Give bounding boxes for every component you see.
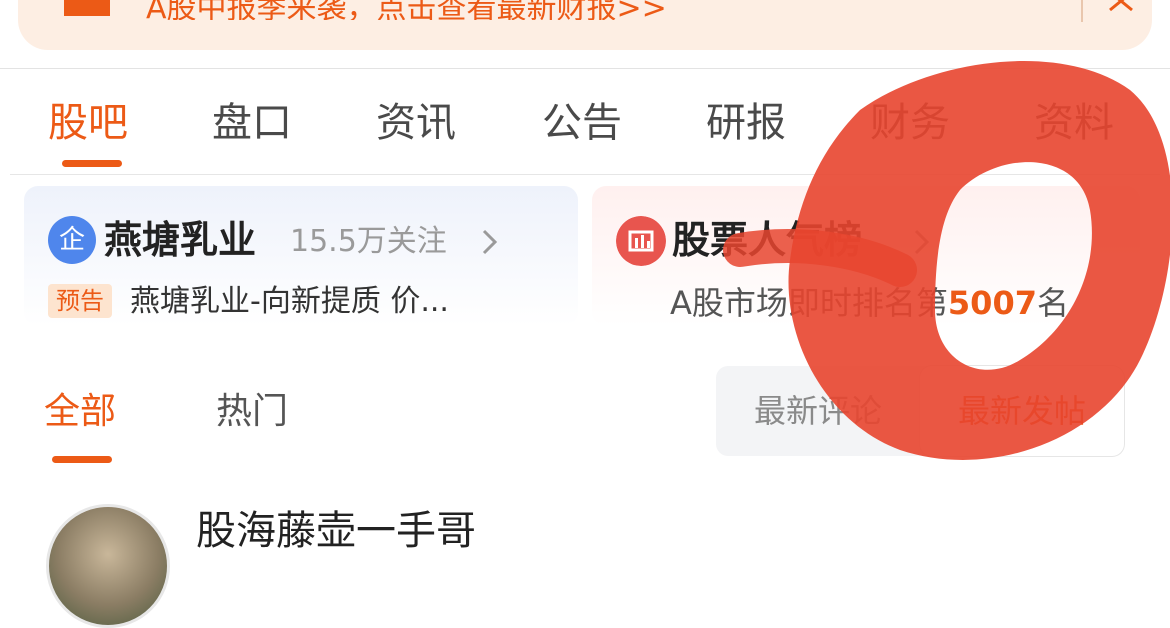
tab-pankou[interactable]: 盘口	[212, 98, 292, 148]
active-subtab-indicator	[52, 456, 112, 463]
chevron-right-icon	[914, 229, 930, 255]
rank-number: 5007	[947, 284, 1037, 322]
notice-text[interactable]: 燕塘乳业-向新提质 价...	[130, 282, 570, 322]
announcement-banner[interactable]: A股中报季来袭，点击查看最新财报>>	[18, 0, 1152, 50]
chevron-right-icon	[482, 229, 498, 255]
sort-toggle: 最新评论 最新发帖	[716, 366, 1124, 456]
popularity-rank-card[interactable]: 股票人气榜 A股市场即时排名第5007名	[592, 186, 1140, 326]
tab-news[interactable]: 资讯	[376, 98, 456, 148]
sort-latest-post[interactable]: 最新发帖	[920, 366, 1124, 456]
company-icon: 企	[48, 216, 96, 264]
main-tabs: 股吧 盘口 资讯 公告 研报 财务 资料	[0, 98, 1170, 148]
rank-description: A股市场即时排名第5007名	[670, 282, 1069, 324]
tab-profile[interactable]: 资料	[1034, 98, 1114, 148]
notice-badge: 预告	[48, 284, 112, 318]
subtab-all[interactable]: 全部	[44, 388, 116, 436]
tab-announcements[interactable]: 公告	[542, 98, 622, 148]
divider	[0, 68, 1170, 69]
avatar[interactable]	[46, 504, 170, 628]
banner-divider	[1081, 0, 1083, 22]
rank-prefix: A股市场即时排名第	[670, 284, 948, 322]
megaphone-icon	[64, 0, 110, 16]
stock-name: 燕塘乳业	[104, 218, 257, 262]
rank-suffix: 名	[1036, 284, 1069, 322]
close-icon[interactable]	[1104, 0, 1138, 20]
divider	[10, 174, 1160, 175]
tab-finance[interactable]: 财务	[870, 98, 950, 148]
subtab-hot[interactable]: 热门	[216, 388, 288, 436]
stock-info-card[interactable]: 企 燕塘乳业 15.5万关注 预告 燕塘乳业-向新提质 价...	[24, 186, 578, 326]
bar-chart-icon	[616, 216, 666, 266]
tab-research[interactable]: 研报	[706, 98, 786, 148]
sort-latest-comment[interactable]: 最新评论	[716, 366, 920, 456]
rank-title: 股票人气榜	[672, 218, 863, 262]
banner-text[interactable]: A股中报季来袭，点击查看最新财报>>	[146, 0, 667, 20]
tab-guba[interactable]: 股吧	[48, 98, 128, 148]
active-tab-indicator	[62, 160, 122, 167]
follower-count: 15.5万关注	[290, 224, 447, 259]
